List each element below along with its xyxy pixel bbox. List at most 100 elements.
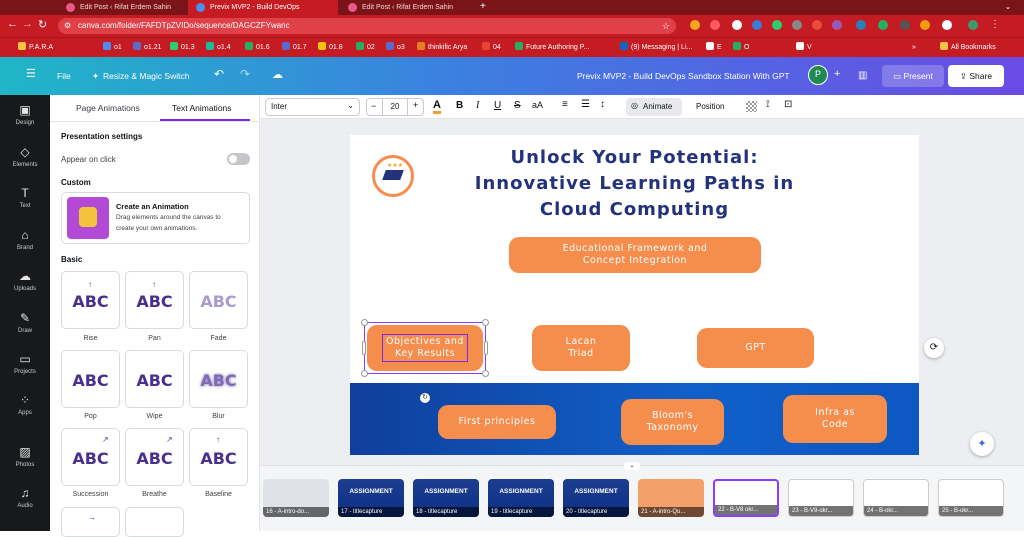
rail-item-uploads[interactable]: ☁ Uploads bbox=[0, 263, 50, 303]
collapse-chevron-icon[interactable]: ⌄ bbox=[624, 462, 640, 470]
font-size-stepper[interactable]: − 20 + bbox=[366, 98, 424, 116]
bookmark-item[interactable]: 01.6 bbox=[245, 42, 270, 54]
italic-icon[interactable]: I bbox=[476, 100, 479, 111]
animation-wipe[interactable]: ABC bbox=[125, 350, 184, 408]
increase-size-icon[interactable]: + bbox=[413, 100, 418, 110]
page-thumbnail[interactable]: ASSIGNMENT 17 - titlecapture bbox=[338, 479, 404, 517]
new-tab-icon[interactable]: + bbox=[480, 0, 486, 14]
page-thumbnail[interactable]: 25 - B-okr... bbox=[938, 479, 1004, 517]
animation-succession[interactable]: ↗ ABC bbox=[61, 428, 120, 486]
rail-item-text[interactable]: T Text bbox=[0, 180, 50, 220]
extension-icon[interactable] bbox=[792, 20, 802, 30]
browser-tab-active[interactable]: Previx MVP2 - Build DevOps bbox=[188, 0, 338, 15]
present-button[interactable]: ▭ Present bbox=[882, 65, 944, 87]
bookmark-item[interactable]: o1.4 bbox=[206, 42, 231, 54]
framework-pill[interactable]: Educational Framework and Concept Integra… bbox=[509, 237, 761, 273]
font-family-select[interactable]: Inter ⌄ bbox=[265, 98, 360, 116]
browser-tab[interactable]: Edit Post ‹ Rifat Erdem Sahin bbox=[340, 0, 472, 15]
paint-format-icon[interactable]: ⟟ bbox=[766, 99, 770, 110]
page-thumbnail[interactable]: 21 - A-intro-Qu... bbox=[638, 479, 704, 517]
slide-title-line[interactable]: Unlock Your Potential: bbox=[350, 147, 919, 168]
underline-icon[interactable]: U bbox=[494, 100, 501, 111]
bookmark-item[interactable]: Future Authoring P... bbox=[515, 42, 589, 54]
back-icon[interactable]: ← bbox=[7, 18, 18, 30]
rail-item-brand[interactable]: ⌂ Brand bbox=[0, 222, 50, 262]
bookmark-item[interactable]: 04 bbox=[482, 42, 501, 54]
resize-handle[interactable] bbox=[482, 370, 489, 377]
bookmark-item[interactable]: P.A.R.A bbox=[18, 42, 53, 54]
blooms-taxonomy-pill[interactable]: Bloom's Taxonomy bbox=[621, 399, 724, 445]
decrease-size-icon[interactable]: − bbox=[371, 101, 376, 111]
share-button[interactable]: ⇪ Share bbox=[948, 65, 1004, 87]
url-field[interactable]: ⚙ canva.com/folder/FAFDTpZVIDo/sequence/… bbox=[58, 18, 676, 34]
page-thumbnail[interactable]: 16 - A-intro-do... bbox=[263, 479, 329, 517]
extension-icon[interactable] bbox=[732, 20, 742, 30]
bookmark-item[interactable]: (9) Messaging | Li... bbox=[620, 42, 692, 54]
extension-icon[interactable] bbox=[812, 20, 822, 30]
animation-rise[interactable]: ↑ ABC bbox=[61, 271, 120, 329]
bookmark-item[interactable]: o1.21 bbox=[133, 42, 162, 54]
extension-icon[interactable] bbox=[920, 20, 930, 30]
bookmark-item[interactable]: thinkific Arya bbox=[417, 42, 467, 54]
bookmark-item[interactable]: o3 bbox=[386, 42, 405, 54]
animation-fade[interactable]: ABC bbox=[189, 271, 248, 329]
rail-item-audio[interactable]: ♫ Audio bbox=[0, 480, 50, 520]
browser-menu-icon[interactable]: ⋮ bbox=[990, 19, 1000, 30]
extension-icon[interactable] bbox=[772, 20, 782, 30]
slide-title-line[interactable]: Cloud Computing bbox=[350, 199, 919, 220]
page-thumbnail[interactable]: ASSIGNMENT 20 - titlecapture bbox=[563, 479, 629, 517]
tab-page-animations[interactable]: Page Animations bbox=[76, 103, 140, 113]
create-animation-card[interactable]: Create an Animation Drag elements around… bbox=[61, 192, 250, 244]
extension-icon[interactable] bbox=[690, 20, 700, 30]
rail-item-apps[interactable]: ⁘ Apps bbox=[0, 387, 50, 427]
bookmark-item[interactable]: V bbox=[796, 42, 812, 54]
slide-page[interactable]: ★★★ Unlock Your Potential: Innovative Le… bbox=[350, 135, 919, 455]
undo-icon[interactable]: ↶ bbox=[214, 66, 224, 82]
rail-item-design[interactable]: ▣ Design bbox=[0, 97, 50, 137]
bookmark-item[interactable]: o1 bbox=[103, 42, 122, 54]
tab-menu-chevron-icon[interactable]: ⌄ bbox=[1002, 2, 1014, 13]
page-thumbnail[interactable]: 24 - B-okr... bbox=[863, 479, 929, 517]
file-menu[interactable]: File bbox=[57, 68, 71, 84]
forward-icon[interactable]: → bbox=[22, 18, 33, 30]
bookmark-item[interactable]: 02 bbox=[356, 42, 375, 54]
slide-title-line[interactable]: Innovative Learning Paths in bbox=[350, 173, 919, 194]
page-thumbnail[interactable]: ASSIGNMENT 19 - titlecapture bbox=[488, 479, 554, 517]
rotate-handle-icon[interactable]: ↻ bbox=[420, 393, 430, 403]
extension-icon[interactable] bbox=[878, 20, 888, 30]
animate-button[interactable]: ◎ Animate bbox=[626, 98, 682, 116]
text-color-icon[interactable]: A bbox=[433, 99, 441, 114]
bookmarks-overflow-icon[interactable]: » bbox=[912, 42, 916, 54]
bookmark-item[interactable]: 01.3 bbox=[170, 42, 195, 54]
extension-icon[interactable] bbox=[900, 20, 910, 30]
resize-handle[interactable] bbox=[361, 370, 368, 377]
transparency-icon[interactable] bbox=[746, 101, 757, 112]
rail-item-draw[interactable]: ✎ Draw bbox=[0, 305, 50, 345]
align-center-icon[interactable]: ≡ bbox=[562, 99, 568, 110]
animation-baseline[interactable]: ↑ ABC bbox=[189, 428, 248, 486]
letter-case-icon[interactable]: aA bbox=[532, 100, 543, 110]
bookmark-star-icon[interactable]: ☆ bbox=[662, 18, 670, 34]
animation-breathe[interactable]: ↗ ABC bbox=[125, 428, 184, 486]
strikethrough-icon[interactable]: S bbox=[514, 100, 521, 111]
redo-icon[interactable]: ↷ bbox=[240, 66, 250, 82]
refresh-icon[interactable]: ⟳ bbox=[924, 338, 944, 358]
browser-tab[interactable]: Edit Post ‹ Rifat Erdem Sahin bbox=[58, 0, 186, 15]
rail-item-elements[interactable]: ◇ Elements bbox=[0, 139, 50, 179]
resize-button[interactable]: Resize & Magic Switch bbox=[103, 68, 189, 84]
page-thumbnail-current[interactable]: 22 - B-V8 okr... bbox=[713, 479, 779, 517]
resize-handle[interactable] bbox=[484, 341, 488, 355]
bookmark-item[interactable]: E bbox=[706, 42, 722, 54]
animation-blur[interactable]: ABC bbox=[189, 350, 248, 408]
bookmark-item[interactable]: O bbox=[733, 42, 749, 54]
page-thumbnail[interactable]: ASSIGNMENT 18 - titlecapture bbox=[413, 479, 479, 517]
insights-chart-icon[interactable]: ▥ bbox=[858, 68, 867, 84]
document-title[interactable]: Previx MVP2 - Build DevOps Sandbox Stati… bbox=[577, 68, 790, 84]
line-spacing-icon[interactable]: ↕ bbox=[600, 99, 605, 110]
extensions-puzzle-icon[interactable] bbox=[942, 20, 952, 30]
profile-avatar-icon[interactable] bbox=[968, 20, 978, 30]
extension-icon[interactable] bbox=[856, 20, 866, 30]
extension-icon[interactable] bbox=[832, 20, 842, 30]
infra-as-code-pill[interactable]: Infra as Code bbox=[783, 395, 887, 443]
appear-on-click-toggle[interactable] bbox=[227, 153, 250, 165]
